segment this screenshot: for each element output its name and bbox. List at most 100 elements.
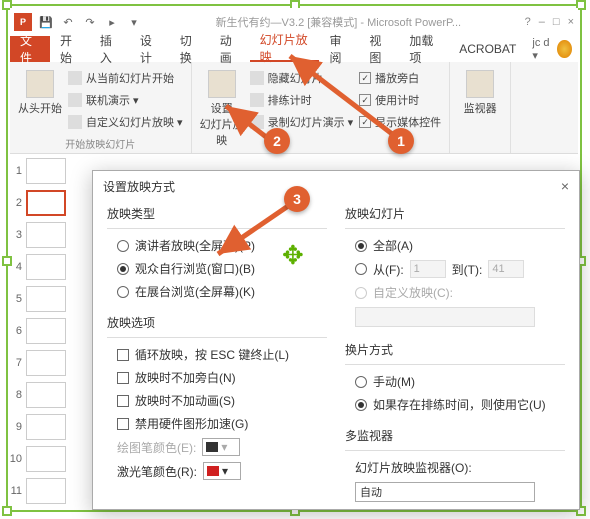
slide-thumb[interactable]: 7 (8, 350, 78, 376)
record-icon (250, 115, 264, 129)
from-beginning-button[interactable]: 从头开始 (18, 66, 62, 134)
check-nonarr[interactable]: 放映时不加旁白(N) (117, 369, 323, 386)
tab-review[interactable]: 审阅 (319, 36, 359, 62)
group-monitors: 监视器 (450, 62, 511, 153)
badge-1: 1 (388, 128, 414, 154)
slide-thumb[interactable]: 2 (8, 190, 78, 216)
tab-addins[interactable]: 加载项 (399, 36, 449, 62)
avatar-icon (557, 40, 572, 58)
show-options-group: 放映选项 循环放映，按 ESC 键终止(L) 放映时不加旁白(N) 放映时不加动… (107, 314, 327, 486)
badge-2: 2 (264, 128, 290, 154)
setup-show-dialog: 设置放映方式 × 放映类型 演讲者放映(全屏幕)(P) 观众自行浏览(窗口)(B… (92, 170, 580, 510)
dialog-title: 设置放映方式 (103, 178, 175, 195)
laser-color-picker[interactable]: ▾ (203, 462, 241, 480)
monitor-icon (466, 70, 494, 98)
monitor-select[interactable]: 自动 (355, 482, 535, 502)
check-loop[interactable]: 循环放映，按 ESC 键终止(L) (117, 346, 323, 363)
slide-thumb[interactable]: 3 (8, 222, 78, 248)
redo-icon[interactable]: ↷ (82, 14, 98, 30)
from-beginning-icon (26, 70, 54, 98)
save-icon[interactable]: 💾 (38, 14, 54, 30)
help-button[interactable]: ? (525, 16, 531, 28)
advance-group: 换片方式 手动(M) 如果存在排练时间，则使用它(U) (345, 341, 565, 419)
slide-thumb[interactable]: 10 (8, 446, 78, 472)
pen-color-row: 绘图笔颜色(E): ▾ (117, 438, 323, 456)
powerpoint-icon: P (14, 13, 32, 31)
radio-presenter[interactable]: 演讲者放映(全屏幕)(P) (117, 237, 323, 254)
group-label (458, 149, 502, 151)
ribbon-tabs: 文件 开始 插入 设计 切换 动画 幻灯片放映 审阅 视图 加载项 ACROBA… (10, 36, 578, 62)
tab-home[interactable]: 开始 (50, 36, 90, 62)
radio-custom: 自定义放映(C): (355, 284, 561, 301)
radio-all[interactable]: 全部(A) (355, 237, 561, 254)
group-label: 开始放映幻灯片 (18, 134, 183, 151)
dialog-titlebar: 设置放映方式 × (93, 171, 579, 201)
tab-acrobat[interactable]: ACROBAT (449, 36, 526, 62)
slide-thumb[interactable]: 11 (8, 478, 78, 504)
start-icon[interactable]: ▸ (104, 14, 120, 30)
radio-timed[interactable]: 如果存在排练时间，则使用它(U) (355, 396, 561, 413)
slide-thumb[interactable]: 4 (8, 254, 78, 280)
rehearse-icon (250, 93, 264, 107)
slide-thumb[interactable]: 8 (8, 382, 78, 408)
present-online-icon (68, 93, 82, 107)
tab-file[interactable]: 文件 (10, 36, 50, 62)
fieldset-title: 放映幻灯片 (345, 205, 565, 222)
dialog-close-button[interactable]: × (561, 178, 569, 194)
check-hwaccel[interactable]: 禁用硬件图形加速(G) (117, 415, 323, 432)
show-type-group: 放映类型 演讲者放映(全屏幕)(P) 观众自行浏览(窗口)(B) 在展台浏览(全… (107, 205, 327, 306)
use-timings-check[interactable]: ✓使用计时 (359, 90, 441, 110)
undo-icon[interactable]: ↶ (60, 14, 76, 30)
qat-more-icon[interactable]: ▾ (126, 14, 142, 30)
from-spinner[interactable]: 1 (410, 260, 446, 278)
slide-panel: 1 2 3 4 5 6 7 8 9 10 11 (8, 158, 78, 510)
record-button[interactable]: 录制幻灯片演示 ▾ (250, 112, 354, 132)
tab-animations[interactable]: 动画 (210, 36, 250, 62)
slide-thumb[interactable]: 9 (8, 414, 78, 440)
custom-show-icon (68, 115, 82, 129)
slide-thumb[interactable]: 5 (8, 286, 78, 312)
to-label: 到(T): (452, 261, 483, 278)
tab-design[interactable]: 设计 (130, 36, 170, 62)
ribbon: 从头开始 从当前幻灯片开始 联机演示 ▾ 自定义幻灯片放映 ▾ 开始放映幻灯片 … (10, 62, 578, 154)
multi-label: 幻灯片放映监视器(O): (355, 459, 561, 476)
hide-slide-button[interactable]: 隐藏幻灯片 (250, 68, 354, 88)
custom-show-button[interactable]: 自定义幻灯片放映 ▾ (68, 112, 183, 132)
radio-browsed[interactable]: 观众自行浏览(窗口)(B) (117, 260, 323, 277)
slide-thumb[interactable]: 6 (8, 318, 78, 344)
radio-kiosk[interactable]: 在展台浏览(全屏幕)(K) (117, 283, 323, 300)
group-start-slideshow: 从头开始 从当前幻灯片开始 联机演示 ▾ 自定义幻灯片放映 ▾ 开始放映幻灯片 (10, 62, 192, 153)
laser-color-row: 激光笔颜色(R): ▾ (117, 462, 323, 480)
monitor-button[interactable]: 监视器 (458, 66, 502, 149)
custom-show-select (355, 307, 535, 327)
tab-view[interactable]: 视图 (359, 36, 399, 62)
hide-slide-icon (250, 71, 264, 85)
fieldset-title: 放映选项 (107, 314, 327, 331)
minimize-button[interactable]: – (539, 16, 545, 28)
rehearse-button[interactable]: 排练计时 (250, 90, 354, 110)
present-online-button[interactable]: 联机演示 ▾ (68, 90, 183, 110)
setup-icon (208, 70, 236, 98)
slide-thumb[interactable]: 1 (8, 158, 78, 184)
fieldset-title: 换片方式 (345, 341, 565, 358)
to-spinner[interactable]: 41 (488, 260, 524, 278)
fieldset-title: 多监视器 (345, 427, 565, 444)
tab-transitions[interactable]: 切换 (170, 36, 210, 62)
check-noanim[interactable]: 放映时不加动画(S) (117, 392, 323, 409)
show-slides-group: 放映幻灯片 全部(A) 从(F): 1 到(T): 41 自定义放映(C): (345, 205, 565, 333)
tab-slideshow[interactable]: 幻灯片放映 (250, 36, 320, 62)
radio-manual[interactable]: 手动(M) (355, 373, 561, 390)
from-current-icon (68, 71, 82, 85)
tab-insert[interactable]: 插入 (90, 36, 130, 62)
radio-from[interactable]: 从(F): (355, 261, 404, 278)
close-button[interactable]: × (568, 16, 574, 28)
multimonitor-group: 多监视器 幻灯片放映监视器(O): 自动 (345, 427, 565, 508)
play-narration-check[interactable]: ✓播放旁白 (359, 68, 441, 88)
from-current-button[interactable]: 从当前幻灯片开始 (68, 68, 183, 88)
setup-slideshow-button[interactable]: 设置 幻灯片放映 (200, 66, 244, 149)
maximize-button[interactable]: □ (553, 16, 560, 28)
document-title: 新生代有约—V3.2 [兼容模式] - Microsoft PowerP... (152, 14, 525, 30)
pen-color-picker[interactable]: ▾ (202, 438, 240, 456)
badge-3: 3 (284, 186, 310, 212)
user-menu[interactable]: jc d ▾ (526, 36, 578, 62)
